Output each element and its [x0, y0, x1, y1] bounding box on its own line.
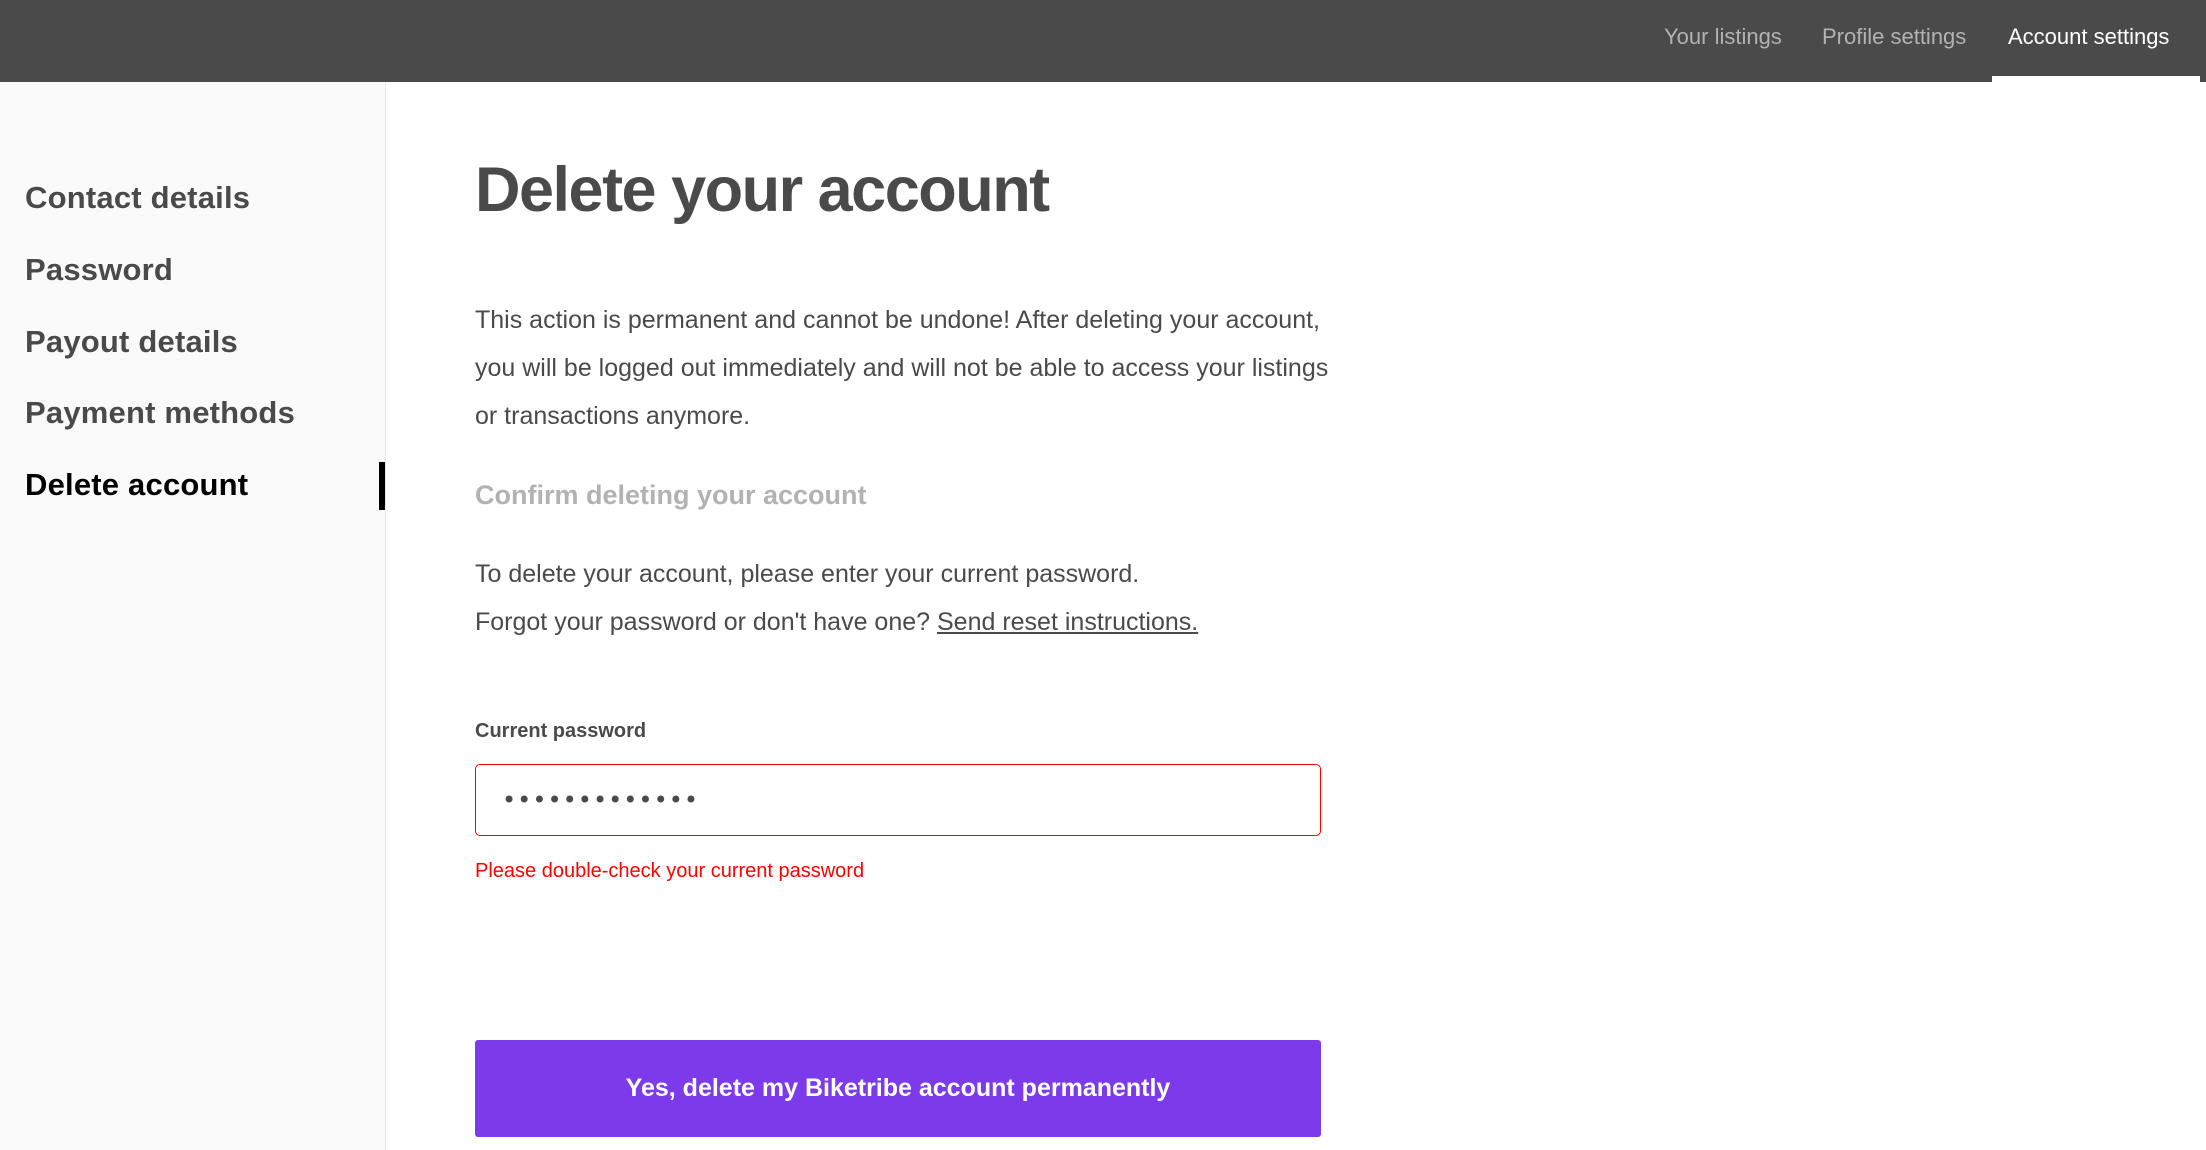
instruction-line-1: To delete your account, please enter you…: [475, 560, 1140, 588]
password-instructions: To delete your account, please enter you…: [475, 550, 1335, 646]
page-title: Delete your account: [475, 155, 1050, 225]
active-tab-underline: [1992, 76, 2200, 82]
sidebar-item-payment-methods[interactable]: Payment methods: [25, 395, 295, 431]
account-settings-sidebar: Contact details Password Payout details …: [0, 82, 386, 1150]
password-error-message: Please double-check your current passwor…: [475, 860, 865, 882]
sidebar-item-contact-details[interactable]: Contact details: [25, 180, 250, 216]
send-reset-instructions-link[interactable]: Send reset instructions.: [937, 608, 1198, 636]
warning-text: This action is permanent and cannot be u…: [475, 306, 1329, 430]
delete-account-button[interactable]: Yes, delete my Biketribe account permane…: [475, 1040, 1321, 1137]
top-navigation-bar: Your listings Profile settings Account s…: [0, 0, 2206, 82]
sidebar-item-payout-details[interactable]: Payout details: [25, 324, 238, 360]
active-item-indicator: [379, 462, 385, 510]
tab-your-listings[interactable]: Your listings: [1664, 0, 1782, 82]
sidebar-item-password[interactable]: Password: [25, 252, 173, 288]
instruction-line-2: Forgot your password or don't have one?: [475, 608, 931, 636]
tab-account-settings[interactable]: Account settings: [2008, 0, 2169, 82]
current-password-label: Current password: [475, 720, 647, 742]
current-password-input[interactable]: [475, 764, 1321, 836]
tab-profile-settings[interactable]: Profile settings: [1822, 0, 1966, 82]
sidebar-item-delete-account[interactable]: Delete account: [25, 467, 248, 503]
confirm-heading: Confirm deleting your account: [475, 480, 867, 510]
